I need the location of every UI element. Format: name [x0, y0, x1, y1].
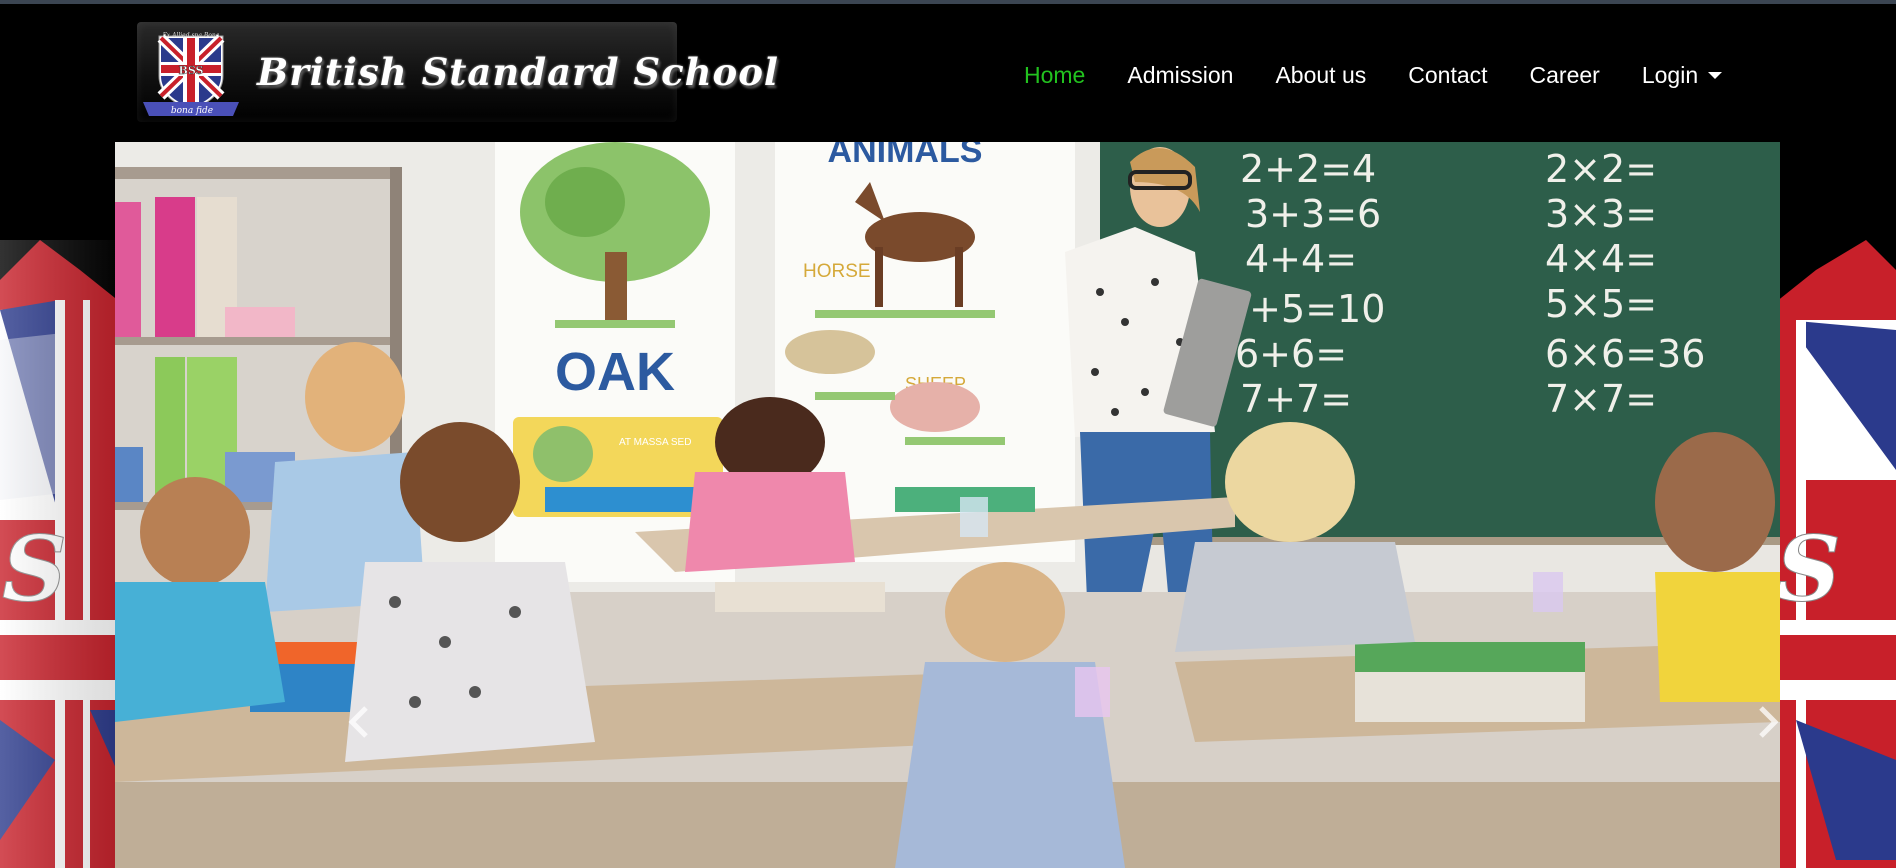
board-line-2: 3+3=6 — [1245, 192, 1381, 236]
crest-ribbon-text: bona fide — [170, 106, 214, 116]
login-label: Login — [1641, 61, 1699, 88]
board-line-11: 6×6=36 — [1545, 332, 1705, 376]
nav-career[interactable]: Career — [1530, 62, 1600, 89]
carousel-prev-button[interactable] — [340, 702, 380, 742]
classroom-photo: OAK AT MASSA SED ANIMALS HORSE SHEEP 2+2… — [115, 142, 1780, 868]
poster-oak-caption: AT MASSA SED — [619, 437, 691, 448]
board-line-9: 4×4= — [1545, 237, 1657, 281]
board-line-7: 2×2= — [1545, 147, 1657, 191]
board-line-10: 5×5= — [1545, 282, 1657, 326]
poster-animals-title: ANIMALS — [828, 142, 983, 170]
left-flag-decoration: S — [0, 240, 130, 868]
svg-text:BSS: BSS — [179, 64, 204, 77]
right-flag-decoration: S — [1766, 240, 1896, 868]
site-title: British Standard School — [257, 50, 779, 94]
main-nav: Home Admission About us Contact Career L… — [1024, 60, 1723, 90]
board-line-8: 3×3= — [1545, 192, 1657, 236]
board-line-1: 2+2=4 — [1240, 147, 1376, 191]
chevron-left-icon — [348, 706, 368, 738]
chevron-right-icon — [1759, 706, 1779, 738]
nav-about-us[interactable]: About us — [1275, 62, 1366, 89]
board-line-12: 7×7= — [1545, 377, 1657, 421]
nav-contact[interactable]: Contact — [1408, 62, 1487, 89]
crest-motto: Fx Allied sna Bona — [162, 32, 220, 39]
poster-horse-label: HORSE — [803, 261, 871, 282]
carousel-next-button[interactable] — [1747, 702, 1780, 742]
nav-admission[interactable]: Admission — [1127, 62, 1233, 89]
poster-oak-title: OAK — [555, 342, 675, 402]
window-top-border — [0, 0, 1896, 4]
brand-logo-banner[interactable]: BSS Fx Allied sna Bona bona fide British… — [137, 22, 778, 122]
nav-login-dropdown[interactable]: Login — [1641, 61, 1723, 89]
hero-carousel[interactable]: OAK AT MASSA SED ANIMALS HORSE SHEEP 2+2… — [115, 142, 1780, 868]
board-line-5: 6+6= — [1235, 332, 1347, 376]
nav-home[interactable]: Home — [1024, 62, 1085, 89]
chevron-down-icon — [1708, 71, 1723, 79]
svg-text:S: S — [1776, 516, 1841, 622]
board-line-3: 4+4= — [1245, 237, 1357, 281]
board-line-6: 7+7= — [1240, 377, 1352, 421]
school-crest-icon: BSS Fx Allied sna Bona bona fide — [137, 24, 245, 122]
